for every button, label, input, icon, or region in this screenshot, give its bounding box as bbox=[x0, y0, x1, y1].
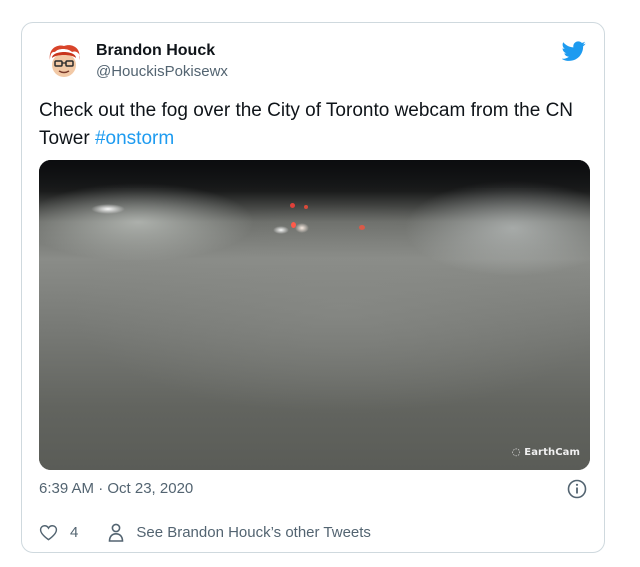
tower-light-red-3 bbox=[291, 222, 296, 228]
tower-light-white-1 bbox=[273, 226, 289, 234]
tweet-timestamp[interactable]: 6:39 AM · Oct 23, 2020 bbox=[39, 480, 193, 497]
fog-light-left bbox=[91, 204, 125, 214]
heart-icon[interactable] bbox=[39, 523, 58, 542]
earthcam-watermark: ◌ EarthCam bbox=[511, 447, 580, 458]
tower-light-red-1 bbox=[290, 203, 295, 208]
person-icon bbox=[109, 523, 124, 542]
twitter-bird-icon[interactable] bbox=[562, 39, 586, 63]
tweet-media-image[interactable]: ◌ EarthCam bbox=[39, 160, 590, 470]
hashtag-link[interactable]: #onstorm bbox=[95, 128, 174, 149]
cartoon-avatar-icon bbox=[42, 40, 86, 84]
tower-light-red-2 bbox=[304, 205, 308, 209]
see-other-tweets-link[interactable]: See Brandon Houck’s other Tweets bbox=[136, 524, 371, 541]
like-count[interactable]: 4 bbox=[70, 524, 78, 541]
tweet-actions: 4 See Brandon Houck’s other Tweets bbox=[39, 523, 371, 542]
fog-light-red-right bbox=[359, 225, 365, 230]
tweet-card[interactable]: Brandon Houck @HouckisPokisewx Check out… bbox=[21, 22, 605, 553]
author-name[interactable]: Brandon Houck bbox=[96, 42, 215, 60]
night-sky bbox=[39, 160, 590, 188]
author-handle[interactable]: @HouckisPokisewx bbox=[96, 63, 228, 80]
tweet-text: Check out the fog over the City of Toron… bbox=[39, 97, 599, 153]
avatar[interactable] bbox=[42, 40, 86, 84]
tower-light-white-2 bbox=[295, 223, 309, 233]
earthcam-label: EarthCam bbox=[524, 447, 580, 458]
info-icon[interactable] bbox=[567, 479, 587, 499]
